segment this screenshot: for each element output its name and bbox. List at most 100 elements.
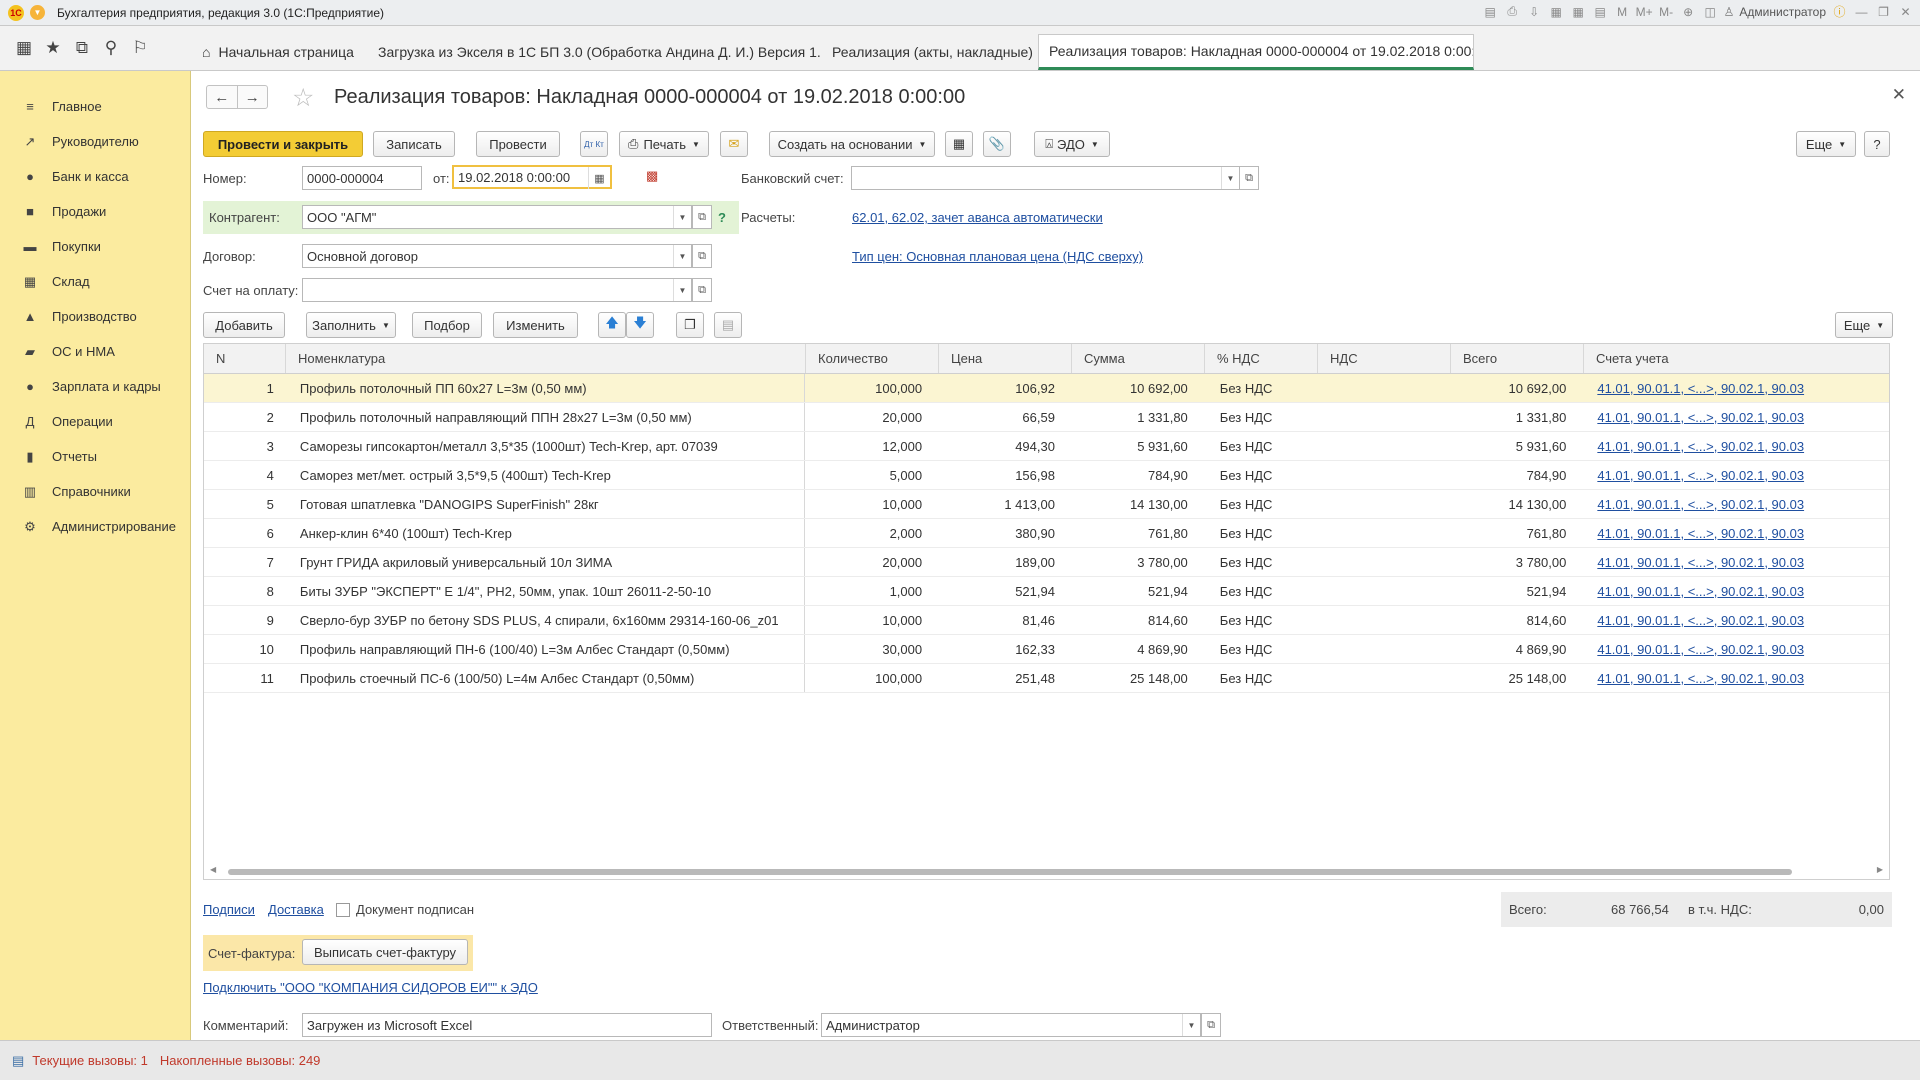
cell-price[interactable]: 380,90 bbox=[938, 519, 1071, 547]
window-toolbar-icon-1[interactable]: ▤ bbox=[1482, 3, 1499, 20]
pick-button[interactable]: Подбор bbox=[412, 312, 482, 338]
dt-kt-button[interactable]: Дт Кт bbox=[580, 131, 608, 157]
col-header-total[interactable]: Всего bbox=[1451, 344, 1584, 373]
sidebar-item-operations[interactable]: Д Операции bbox=[0, 404, 190, 439]
favorite-star-icon[interactable]: ☆ bbox=[292, 83, 314, 113]
panels-icon[interactable]: ◫ bbox=[1702, 3, 1719, 20]
table-row[interactable]: 6 Анкер-клин 6*40 (100шт) Tech-Krep 2,000 3… bbox=[204, 519, 1889, 548]
tab-sales-document[interactable]: Реализация товаров: Накладная 0000-00000… bbox=[1038, 34, 1474, 70]
cell-price[interactable]: 106,92 bbox=[938, 374, 1071, 402]
cell-name[interactable]: Профиль направляющий ПН-6 (100/40) L=3м … bbox=[286, 635, 806, 663]
help-button[interactable]: ? bbox=[1864, 131, 1890, 157]
cell-sum[interactable]: 25 148,00 bbox=[1071, 664, 1204, 692]
table-row[interactable]: 3 Саморезы гипсокартон/металл 3,5*35 (100… bbox=[204, 432, 1889, 461]
signed-checkbox[interactable] bbox=[336, 903, 350, 917]
cell-price[interactable]: 189,00 bbox=[938, 548, 1071, 576]
sidebar-item-reports[interactable]: ▮ Отчеты bbox=[0, 439, 190, 474]
cell-name[interactable]: Профиль стоечный ПС-6 (100/50) L=4м Албе… bbox=[286, 664, 806, 692]
chevron-down-icon[interactable]: ▼ bbox=[673, 245, 691, 267]
tab-excel-import[interactable]: Загрузка из Экселя в 1С БП 3.0 (Обработк… bbox=[368, 34, 820, 70]
scroll-right-icon[interactable]: ▶ bbox=[1877, 865, 1883, 874]
table-row[interactable]: 5 Готовая шпатлевка "DANOGIPS SuperFinish… bbox=[204, 490, 1889, 519]
col-header-price[interactable]: Цена bbox=[939, 344, 1072, 373]
memory-plus-icon[interactable]: M+ bbox=[1636, 3, 1653, 20]
cell-qty[interactable]: 1,000 bbox=[805, 577, 938, 605]
cell-vat[interactable] bbox=[1317, 577, 1450, 605]
cell-name[interactable]: Грунт ГРИДА акриловый универсальный 10л … bbox=[286, 548, 806, 576]
table-row[interactable]: 10 Профиль направляющий ПН-6 (100/40) L=3… bbox=[204, 635, 1889, 664]
memory-minus-icon[interactable]: M- bbox=[1658, 3, 1675, 20]
post-button[interactable]: Провести bbox=[476, 131, 560, 157]
accounts-link[interactable]: 41.01, 90.01.1, <...>, 90.02.1, 90.03 bbox=[1597, 439, 1804, 454]
cell-n[interactable]: 6 bbox=[204, 519, 286, 547]
cell-name[interactable]: Профиль потолочный направляющий ППН 28х2… bbox=[286, 403, 806, 431]
cell-vat-rate[interactable]: Без НДС bbox=[1204, 374, 1317, 402]
cell-qty[interactable]: 5,000 bbox=[805, 461, 938, 489]
price-type-link[interactable]: Тип цен: Основная плановая цена (НДС све… bbox=[852, 249, 1143, 264]
counterparty-field[interactable]: ООО "АГМ" ▼ bbox=[302, 205, 692, 229]
cell-vat-rate[interactable]: Без НДС bbox=[1204, 461, 1317, 489]
cell-qty[interactable]: 20,000 bbox=[805, 403, 938, 431]
sidebar-item-assets[interactable]: ▰ ОС и НМА bbox=[0, 334, 190, 369]
cell-total[interactable]: 4 869,90 bbox=[1450, 635, 1583, 663]
grid-more-button[interactable]: Еще ▼ bbox=[1835, 312, 1893, 338]
cell-name[interactable]: Готовая шпатлевка "DANOGIPS SuperFinish"… bbox=[286, 490, 806, 518]
cell-name[interactable]: Саморезы гипсокартон/металл 3,5*35 (1000… bbox=[286, 432, 806, 460]
cell-accounts[interactable]: 41.01, 90.01.1, <...>, 90.02.1, 90.03 bbox=[1582, 577, 1889, 605]
cell-qty[interactable]: 30,000 bbox=[805, 635, 938, 663]
sidebar-item-production[interactable]: ▲ Производство bbox=[0, 299, 190, 334]
col-header-n[interactable]: N bbox=[204, 344, 286, 373]
cell-name[interactable]: Биты ЗУБР "ЭКСПЕРТ" Е 1/4", PH2, 50мм, у… bbox=[286, 577, 806, 605]
sidebar-item-warehouse[interactable]: ▦ Склад bbox=[0, 264, 190, 299]
cell-name[interactable]: Профиль потолочный ПП 60х27 L=3м (0,50 м… bbox=[286, 374, 806, 402]
cell-qty[interactable]: 10,000 bbox=[805, 490, 938, 518]
cell-sum[interactable]: 14 130,00 bbox=[1071, 490, 1204, 518]
scroll-left-icon[interactable]: ◀ bbox=[210, 865, 216, 874]
col-header-sum[interactable]: Сумма bbox=[1072, 344, 1205, 373]
cell-sum[interactable]: 521,94 bbox=[1071, 577, 1204, 605]
cell-accounts[interactable]: 41.01, 90.01.1, <...>, 90.02.1, 90.03 bbox=[1582, 519, 1889, 547]
cell-total[interactable]: 25 148,00 bbox=[1450, 664, 1583, 692]
cell-total[interactable]: 1 331,80 bbox=[1450, 403, 1583, 431]
cell-accounts[interactable]: 41.01, 90.01.1, <...>, 90.02.1, 90.03 bbox=[1582, 432, 1889, 460]
cell-accounts[interactable]: 41.01, 90.01.1, <...>, 90.02.1, 90.03 bbox=[1582, 490, 1889, 518]
cell-accounts[interactable]: 41.01, 90.01.1, <...>, 90.02.1, 90.03 bbox=[1582, 461, 1889, 489]
cell-accounts[interactable]: 41.01, 90.01.1, <...>, 90.02.1, 90.03 bbox=[1582, 664, 1889, 692]
more-button[interactable]: Еще ▼ bbox=[1796, 131, 1856, 157]
cell-qty[interactable]: 100,000 bbox=[805, 374, 938, 402]
email-button[interactable]: ✉ bbox=[720, 131, 748, 157]
apps-grid-icon[interactable]: ▦ bbox=[14, 38, 34, 58]
cell-sum[interactable]: 814,60 bbox=[1071, 606, 1204, 634]
cell-vat[interactable] bbox=[1317, 519, 1450, 547]
cell-price[interactable]: 251,48 bbox=[938, 664, 1071, 692]
cell-sum[interactable]: 761,80 bbox=[1071, 519, 1204, 547]
accounts-link[interactable]: 41.01, 90.01.1, <...>, 90.02.1, 90.03 bbox=[1597, 671, 1804, 686]
date-mark-icon[interactable]: ▩ bbox=[646, 168, 658, 184]
table-row[interactable]: 1 Профиль потолочный ПП 60х27 L=3м (0,50 … bbox=[204, 374, 1889, 403]
accounts-link[interactable]: 41.01, 90.01.1, <...>, 90.02.1, 90.03 bbox=[1597, 555, 1804, 570]
col-header-name[interactable]: Номенклатура bbox=[286, 344, 806, 373]
sidebar-item-bank[interactable]: ● Банк и касса bbox=[0, 159, 190, 194]
cell-vat-rate[interactable]: Без НДС bbox=[1204, 432, 1317, 460]
chevron-down-icon[interactable]: ▼ bbox=[673, 206, 691, 228]
cell-total[interactable]: 14 130,00 bbox=[1450, 490, 1583, 518]
cell-n[interactable]: 3 bbox=[204, 432, 286, 460]
col-header-vat[interactable]: НДС bbox=[1318, 344, 1451, 373]
cell-qty[interactable]: 2,000 bbox=[805, 519, 938, 547]
accounts-link[interactable]: 41.01, 90.01.1, <...>, 90.02.1, 90.03 bbox=[1597, 613, 1804, 628]
cell-sum[interactable]: 10 692,00 bbox=[1071, 374, 1204, 402]
zoom-icon[interactable]: ⊕ bbox=[1680, 3, 1697, 20]
fill-button[interactable]: Заполнить ▼ bbox=[306, 312, 396, 338]
cell-vat[interactable] bbox=[1317, 664, 1450, 692]
cell-accounts[interactable]: 41.01, 90.01.1, <...>, 90.02.1, 90.03 bbox=[1582, 635, 1889, 663]
attach-button[interactable]: 📎 bbox=[983, 131, 1011, 157]
cell-sum[interactable]: 784,90 bbox=[1071, 461, 1204, 489]
date-field[interactable]: 19.02.2018 0:00:00 ▦ bbox=[452, 165, 612, 189]
settlements-link[interactable]: 62.01, 62.02, зачет аванса автоматически bbox=[852, 210, 1103, 225]
cell-vat-rate[interactable]: Без НДС bbox=[1204, 490, 1317, 518]
cell-qty[interactable]: 12,000 bbox=[805, 432, 938, 460]
delivery-link[interactable]: Доставка bbox=[268, 902, 324, 917]
open-link-icon[interactable]: ⧉ bbox=[692, 278, 712, 302]
tab-home[interactable]: ⌂ Начальная страница bbox=[192, 34, 364, 70]
cell-vat[interactable] bbox=[1317, 374, 1450, 402]
